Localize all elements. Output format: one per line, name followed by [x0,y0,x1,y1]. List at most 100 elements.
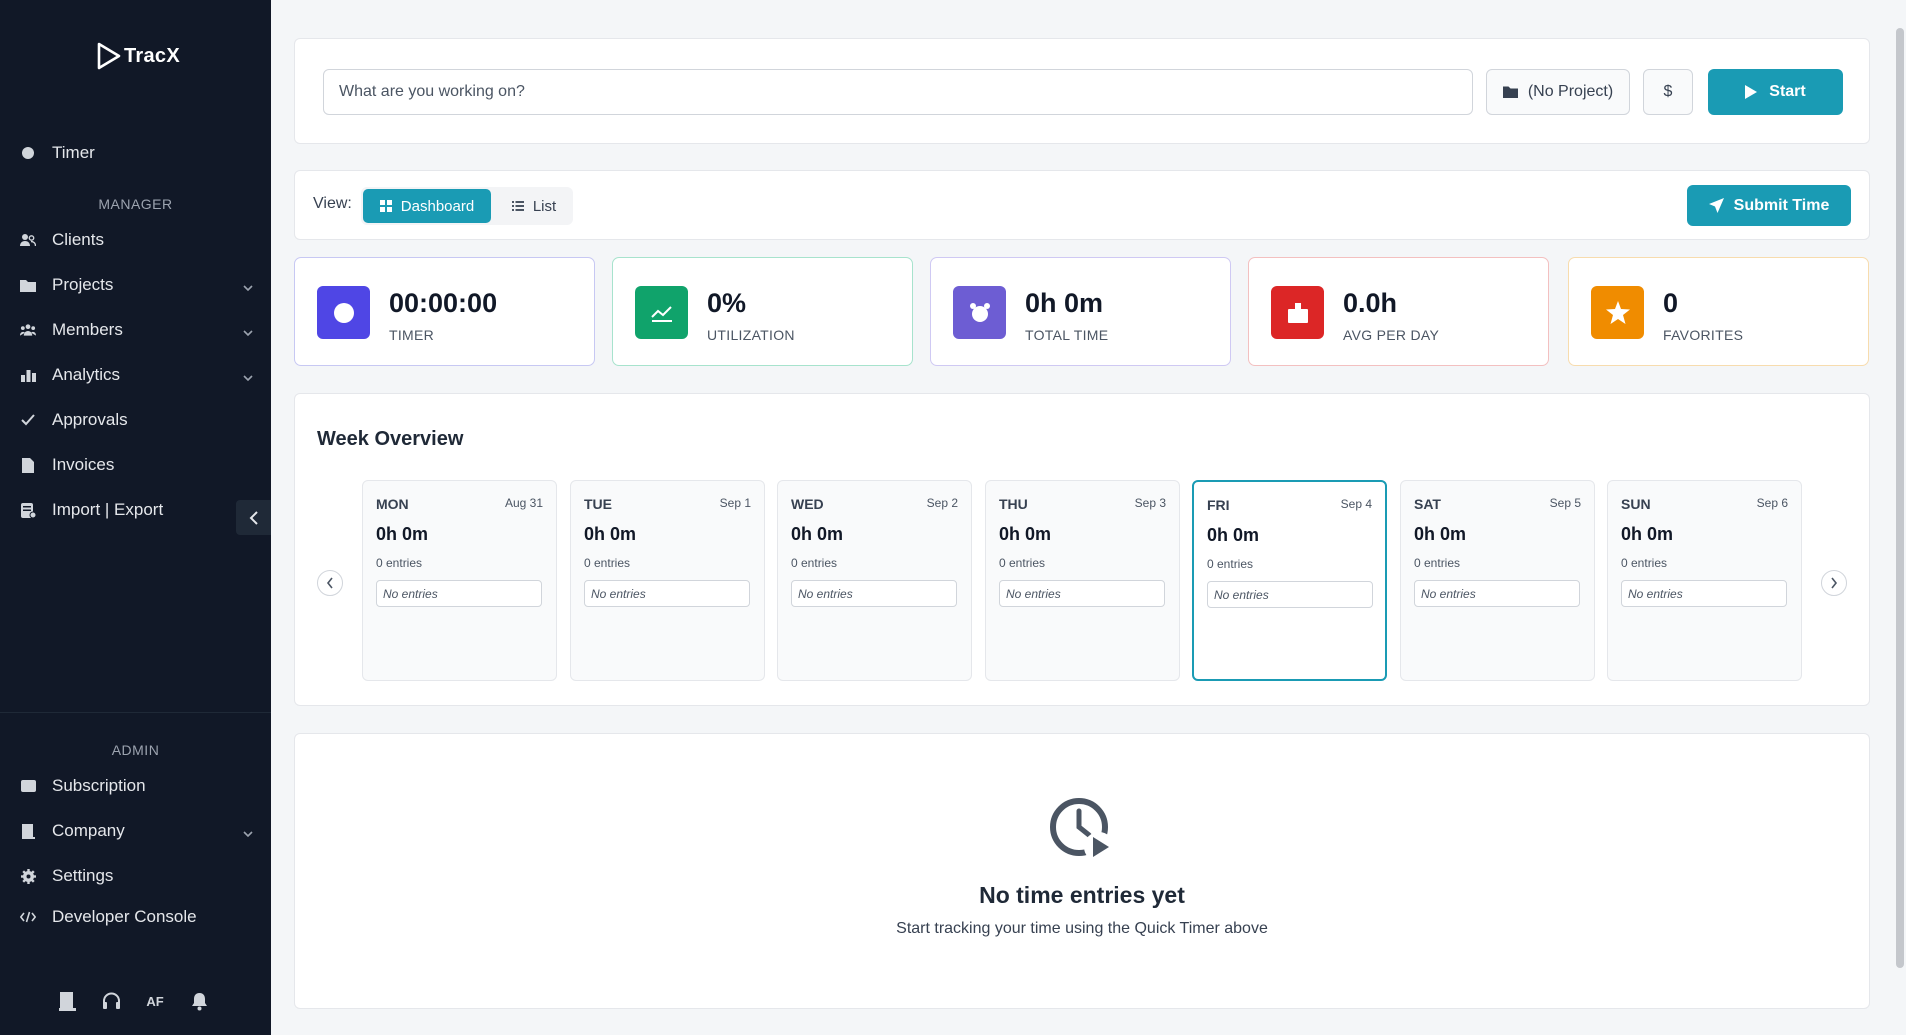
view-label: View: [313,195,352,212]
manager-section-label: MANAGER [98,196,173,212]
sidebar-item-label: Approvals [52,410,128,429]
day-date: Sep 3 [1134,496,1166,510]
project-select-label: (No Project) [1527,83,1614,100]
day-name: SUN [1621,496,1651,512]
chevron-left-icon [326,577,333,589]
sidebar-item-clients[interactable]: Clients [0,220,271,260]
day-card-fri[interactable]: FRI Sep 4 0h 0m 0 entries No entries [1192,480,1387,681]
stat-card-timer: 00:00:00 TIMER [294,257,595,366]
week-prev-button[interactable] [317,570,343,596]
alarm-clock-icon [953,286,1006,339]
day-date: Sep 5 [1549,496,1581,510]
view-list-button[interactable]: List [501,189,567,223]
day-total: 0h 0m [791,524,844,544]
folder-icon [1502,86,1518,98]
day-total: 0h 0m [999,524,1052,544]
submit-time-label: Submit Time [1733,196,1830,214]
logo-play-icon [97,42,121,70]
project-select-button[interactable]: (No Project) [1486,69,1630,115]
page-scrollbar-thumb[interactable] [1896,28,1904,968]
day-entries-placeholder: No entries [1621,580,1787,607]
user-avatar[interactable]: AF [144,990,166,1012]
building-icon[interactable] [56,990,78,1012]
day-card-tue[interactable]: TUE Sep 1 0h 0m 0 entries No entries [570,480,765,681]
stat-card-avg-per-day: 0.0h AVG PER DAY [1248,257,1549,366]
sidebar-item-import-export[interactable]: Import | Export [0,490,271,530]
sidebar-item-analytics[interactable]: Analytics [0,355,271,395]
week-next-button[interactable] [1821,570,1847,596]
sidebar-item-label: Settings [52,866,114,885]
sidebar-item-members[interactable]: Members [0,310,271,350]
headset-icon[interactable] [100,990,122,1012]
day-total: 0h 0m [584,524,637,544]
clock-play-icon [1050,798,1114,862]
empty-state-subtitle: Start tracking your time using the Quick… [896,920,1268,937]
stat-value: 00:00:00 [389,288,498,318]
code-icon [20,909,36,925]
chevron-right-icon [1831,577,1838,589]
submit-time-button[interactable]: Submit Time [1687,185,1851,226]
day-entry-count: 0 entries [791,556,838,570]
day-entry-count: 0 entries [376,556,423,570]
day-card-thu[interactable]: THU Sep 3 0h 0m 0 entries No entries [985,480,1180,681]
day-entries-placeholder: No entries [584,580,750,607]
folder-icon [20,277,36,293]
stat-label: TIMER [389,327,435,343]
people-icon [20,322,36,338]
day-entries-placeholder: No entries [1414,580,1580,607]
stat-card-utilization: 0% UTILIZATION [612,257,913,366]
stat-label: TOTAL TIME [1025,327,1109,343]
sidebar-item-timer[interactable]: Timer [0,133,271,173]
sidebar-item-label: Timer [52,143,95,162]
sidebar-item-approvals[interactable]: Approvals [0,400,271,440]
start-timer-button[interactable]: Start [1708,69,1843,115]
sidebar-item-label: Import | Export [52,500,164,519]
sidebar-divider [0,712,271,713]
day-entries-placeholder: No entries [376,580,542,607]
day-card-sat[interactable]: SAT Sep 5 0h 0m 0 entries No entries [1400,480,1595,681]
day-name: THU [999,496,1028,512]
day-card-wed[interactable]: WED Sep 2 0h 0m 0 entries No entries [777,480,972,681]
database-icon [20,502,36,518]
billable-toggle-button[interactable]: $ [1643,69,1693,115]
chart-line-icon [635,286,688,339]
sidebar-item-invoices[interactable]: Invoices [0,445,271,485]
stat-card-total-time: 0h 0m TOTAL TIME [930,257,1231,366]
day-card-sun[interactable]: SUN Sep 6 0h 0m 0 entries No entries [1607,480,1802,681]
gear-icon [20,868,36,884]
send-icon [1708,198,1724,213]
app-logo[interactable]: TracX [96,42,180,70]
day-entries-placeholder: No entries [999,580,1165,607]
chevron-down-icon [243,368,253,388]
bell-icon[interactable] [188,990,210,1012]
sidebar-item-company[interactable]: Company [0,811,271,851]
check-icon [20,412,36,428]
day-total: 0h 0m [1621,524,1674,544]
day-entry-count: 0 entries [1207,557,1254,571]
sidebar-item-projects[interactable]: Projects [0,265,271,305]
day-date: Sep 2 [926,496,958,510]
day-date: Sep 4 [1340,497,1372,511]
sidebar-item-label: Projects [52,275,114,294]
chart-icon [20,367,36,383]
calendar-icon [1271,286,1324,339]
stat-value: 0.0h [1343,288,1398,318]
chevron-down-icon [243,323,253,343]
sidebar-collapse-button[interactable] [236,500,271,535]
view-dashboard-button[interactable]: Dashboard [363,189,491,223]
sidebar-item-developer-console[interactable]: Developer Console [0,897,271,937]
sidebar-item-label: Developer Console [52,907,197,926]
stat-card-favorites: 0 FAVORITES [1568,257,1869,366]
day-date: Sep 6 [1756,496,1788,510]
task-description-input[interactable] [323,69,1473,115]
sidebar-item-subscription[interactable]: Subscription [0,766,271,806]
day-card-mon[interactable]: MON Aug 31 0h 0m 0 entries No entries [362,480,557,681]
day-name: MON [376,496,409,512]
timer-dot-icon [20,145,36,161]
view-list-label: List [532,197,557,215]
sidebar-item-settings[interactable]: Settings [0,856,271,896]
day-entry-count: 0 entries [1621,556,1668,570]
play-icon [1745,85,1758,99]
day-entry-count: 0 entries [584,556,631,570]
view-toggle: Dashboard List [361,187,573,225]
